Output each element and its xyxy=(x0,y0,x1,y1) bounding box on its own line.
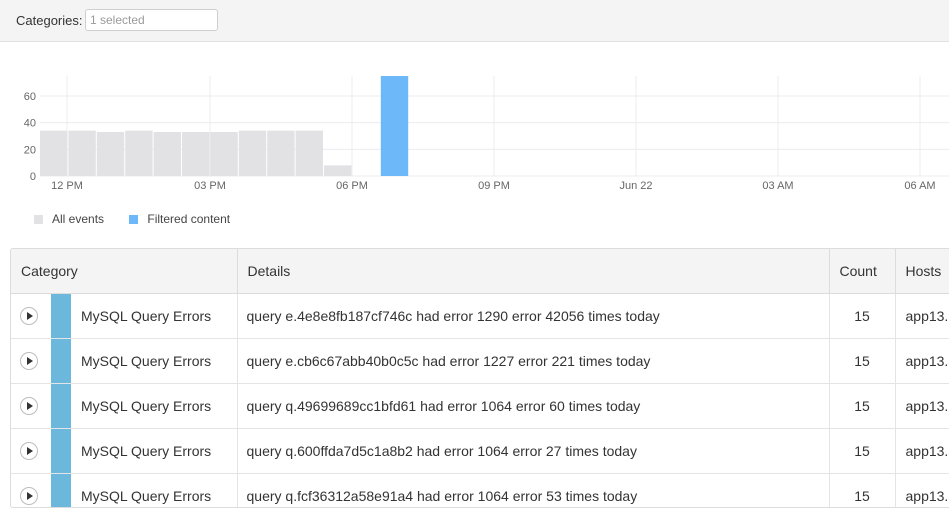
x-tick-label: 03 PM xyxy=(194,180,226,192)
count-cell: 15 xyxy=(829,293,895,338)
column-header-details[interactable]: Details xyxy=(237,249,829,293)
x-tick-label: 06 AM xyxy=(904,180,935,192)
play-icon xyxy=(27,312,33,320)
x-tick-label: Jun 22 xyxy=(619,180,652,192)
x-tick-label: 06 PM xyxy=(336,180,368,192)
y-tick-label: 20 xyxy=(24,144,36,156)
hosts-cell: app13.b xyxy=(895,473,949,508)
legend-label-all-events: All events xyxy=(52,212,104,226)
events-histogram: 0 20 40 60 12 PM 03 PM 06 PM 09 PM Jun 22 03 AM 0… xyxy=(0,60,949,200)
play-icon xyxy=(27,447,33,455)
table-header-row: Category Details Count Hosts xyxy=(11,249,949,293)
chart-bars xyxy=(40,76,408,176)
count-cell: 15 xyxy=(829,428,895,473)
x-tick-label: 09 PM xyxy=(478,180,510,192)
categories-select-input[interactable] xyxy=(85,9,218,31)
expand-row-button[interactable] xyxy=(20,352,38,370)
bar-all-events[interactable] xyxy=(239,131,266,176)
details-cell: query e.cb6c67abb40b0c5c had error 1227 … xyxy=(237,338,829,383)
details-cell: query q.49699689cc1bfd61 had error 1064 … xyxy=(237,383,829,428)
bar-all-events[interactable] xyxy=(324,165,351,176)
expand-row-button[interactable] xyxy=(20,307,38,325)
details-cell: query q.600ffda7d5c1a8b2 had error 1064 … xyxy=(237,428,829,473)
column-header-count[interactable]: Count xyxy=(829,249,895,293)
category-cell: MySQL Query Errors xyxy=(11,293,237,338)
expand-row-button[interactable] xyxy=(20,397,38,415)
y-tick-label: 0 xyxy=(30,171,36,183)
y-axis-ticks: 0 20 40 60 xyxy=(24,91,36,183)
category-name: MySQL Query Errors xyxy=(81,443,211,459)
category-cell: MySQL Query Errors xyxy=(11,338,237,383)
table-row[interactable]: MySQL Query Errors query q.600ffda7d5c1a… xyxy=(11,428,949,473)
table-row[interactable]: MySQL Query Errors query q.fcf36312a58e9… xyxy=(11,473,949,508)
play-icon xyxy=(27,492,33,500)
column-header-category[interactable]: Category xyxy=(11,249,237,293)
bar-all-events[interactable] xyxy=(210,132,237,176)
category-color-stripe xyxy=(51,294,71,338)
bar-all-events[interactable] xyxy=(40,131,67,176)
category-color-stripe xyxy=(51,474,71,508)
bar-all-events[interactable] xyxy=(97,132,124,176)
hosts-cell: app13.b xyxy=(895,338,949,383)
bar-all-events[interactable] xyxy=(68,131,95,176)
legend-swatch-filtered-content xyxy=(129,215,138,224)
filter-bar: Categories: xyxy=(0,0,949,42)
categories-label: Categories: xyxy=(16,13,82,28)
legend-swatch-all-events xyxy=(34,215,43,224)
x-tick-label: 12 PM xyxy=(51,180,83,192)
count-cell: 15 xyxy=(829,383,895,428)
details-cell: query q.fcf36312a58e91a4 had error 1064 … xyxy=(237,473,829,508)
bar-all-events[interactable] xyxy=(154,132,181,176)
expand-row-button[interactable] xyxy=(20,487,38,505)
category-color-stripe xyxy=(51,429,71,473)
count-cell: 15 xyxy=(829,338,895,383)
legend-item-filtered-content[interactable]: Filtered content xyxy=(129,212,230,226)
bar-filtered-content[interactable] xyxy=(381,76,408,176)
events-table: Category Details Count Hosts MySQL Query… xyxy=(10,248,949,508)
play-icon xyxy=(27,357,33,365)
table-row[interactable]: MySQL Query Errors query e.4e8e8fb187cf7… xyxy=(11,293,949,338)
x-axis-ticks: 12 PM 03 PM 06 PM 09 PM Jun 22 03 AM 06 AM xyxy=(51,180,935,192)
x-tick-label: 03 AM xyxy=(762,180,793,192)
hosts-cell: app13.b xyxy=(895,293,949,338)
hosts-cell: app13.b xyxy=(895,428,949,473)
category-cell: MySQL Query Errors xyxy=(11,383,237,428)
bar-all-events[interactable] xyxy=(267,131,294,176)
category-cell: MySQL Query Errors xyxy=(11,428,237,473)
category-name: MySQL Query Errors xyxy=(81,488,211,504)
column-header-hosts[interactable]: Hosts xyxy=(895,249,949,293)
hosts-cell: app13.b xyxy=(895,383,949,428)
bar-all-events[interactable] xyxy=(182,132,209,176)
category-name: MySQL Query Errors xyxy=(81,308,211,324)
category-name: MySQL Query Errors xyxy=(81,398,211,414)
category-cell: MySQL Query Errors xyxy=(11,473,237,508)
legend-label-filtered-content: Filtered content xyxy=(147,212,230,226)
bar-all-events[interactable] xyxy=(296,131,323,176)
chart-legend: All events Filtered content xyxy=(34,212,252,227)
category-color-stripe xyxy=(51,384,71,428)
play-icon xyxy=(27,402,33,410)
table-row[interactable]: MySQL Query Errors query e.cb6c67abb40b0… xyxy=(11,338,949,383)
category-name: MySQL Query Errors xyxy=(81,353,211,369)
bar-all-events[interactable] xyxy=(125,131,152,176)
y-tick-label: 40 xyxy=(24,118,36,130)
legend-item-all-events[interactable]: All events xyxy=(34,212,104,226)
details-cell: query e.4e8e8fb187cf746c had error 1290 … xyxy=(237,293,829,338)
table-row[interactable]: MySQL Query Errors query q.49699689cc1bf… xyxy=(11,383,949,428)
count-cell: 15 xyxy=(829,473,895,508)
y-tick-label: 60 xyxy=(24,91,36,103)
category-color-stripe xyxy=(51,339,71,383)
expand-row-button[interactable] xyxy=(20,442,38,460)
